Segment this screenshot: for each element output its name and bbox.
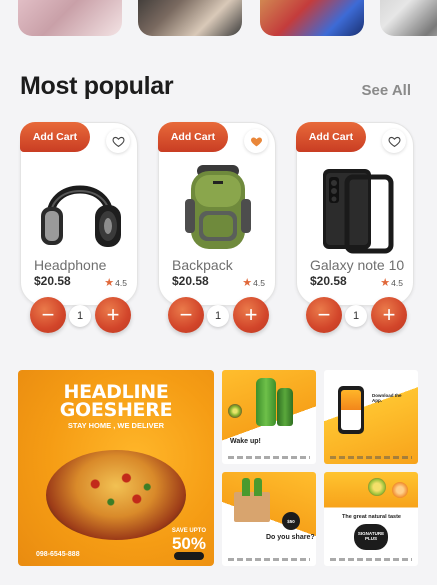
product-name: Galaxy note 10: [310, 257, 405, 273]
add-cart-button[interactable]: Add Cart: [20, 122, 90, 152]
quantity-stepper: − 1 +: [30, 297, 131, 335]
plus-icon: +: [106, 302, 120, 327]
phone-mockup-image: [338, 386, 364, 434]
favorite-button[interactable]: [106, 129, 130, 153]
promo-banner-juice[interactable]: Wake up!: [222, 370, 316, 464]
minus-icon: −: [179, 302, 193, 327]
quantity-value: 1: [345, 305, 367, 327]
increase-button[interactable]: +: [233, 297, 269, 333]
pizza-image: [46, 450, 186, 540]
promo-banner-natural[interactable]: The great natural taste SIGNATURE PLUS: [324, 472, 418, 566]
product-price: $20.58: [310, 274, 347, 288]
price-tag: $50: [282, 512, 300, 530]
decrease-button[interactable]: −: [30, 297, 66, 333]
plus-icon: +: [382, 302, 396, 327]
favorite-button[interactable]: [244, 129, 268, 153]
quantity-value: 1: [207, 305, 229, 327]
rating-value: 4.5: [253, 277, 265, 288]
add-cart-button[interactable]: Add Cart: [158, 122, 228, 152]
product-name: Backpack: [172, 257, 233, 273]
smartphone-image: [323, 169, 394, 254]
promo-banner-share[interactable]: $50 Do you share?: [222, 472, 316, 566]
promo-caption: Download the App.: [372, 393, 402, 403]
minus-icon: −: [317, 302, 331, 327]
promo-banner-pizza[interactable]: HEADLINE GOESHERE STAY HOME , WE DELIVER…: [18, 370, 214, 566]
promo-phone: 098-6545-888: [36, 551, 80, 558]
product-card[interactable]: Add Cart Galaxy note 10 $20.58 ★ 4.5 − 1…: [296, 122, 414, 333]
quantity-stepper: − 1 +: [306, 297, 407, 335]
bottle-image: [277, 388, 293, 426]
section-title: Most popular: [20, 72, 174, 100]
category-tile-cosmetics[interactable]: [138, 0, 242, 36]
quantity-value: 1: [69, 305, 91, 327]
decrease-button[interactable]: −: [306, 297, 342, 333]
fruit-image: [392, 482, 408, 498]
product-name: Headphone: [34, 257, 107, 273]
promo-save-value: 50%: [171, 534, 206, 553]
increase-button[interactable]: +: [95, 297, 131, 333]
increase-button[interactable]: +: [371, 297, 407, 333]
plus-icon: +: [244, 302, 258, 327]
see-all-link[interactable]: See All: [362, 82, 411, 99]
brand-logo: SIGNATURE PLUS: [354, 524, 388, 550]
headphones-image: [41, 185, 121, 247]
backpack-image: [185, 165, 251, 249]
promo-headline-line2: GOESHERE: [59, 399, 173, 422]
promo-footer: [330, 558, 412, 561]
promo-footer: [330, 456, 412, 459]
promo-caption: Wake up!: [230, 438, 261, 445]
decrease-button[interactable]: −: [168, 297, 204, 333]
star-icon: ★: [380, 277, 391, 289]
promo-banner-app[interactable]: Download the App.: [324, 370, 418, 464]
kiwi-image: [228, 404, 242, 418]
promo-headline: HEADLINE GOESHERE: [18, 382, 214, 422]
minus-icon: −: [41, 302, 55, 327]
promo-caption: The great natural taste: [342, 514, 401, 520]
fruit-image: [368, 478, 386, 496]
promo-order-button[interactable]: [174, 552, 204, 560]
category-tile-fashion[interactable]: [18, 0, 122, 36]
bottle-image: [256, 378, 276, 426]
product-rating: ★ 4.5: [242, 276, 265, 289]
promo-footer: [228, 456, 310, 459]
product-rating: ★ 4.5: [104, 276, 127, 289]
heart-filled-icon: [250, 136, 262, 146]
product-card[interactable]: Add Cart Backpack $20.58 ★ 4.5 − 1 +: [158, 122, 276, 333]
promo-subline: STAY HOME , WE DELIVER: [67, 421, 165, 430]
favorite-button[interactable]: [382, 129, 406, 153]
category-strip: [0, 0, 437, 38]
product-price: $20.58: [34, 274, 71, 288]
product-price: $20.58: [172, 274, 209, 288]
category-tile-appliances[interactable]: [380, 0, 437, 36]
heart-outline-icon: [387, 136, 401, 147]
star-icon: ★: [242, 277, 253, 289]
product-card[interactable]: Add Cart Headphone $20.58 ★ 4.5 − 1 +: [20, 122, 138, 333]
product-rating: ★ 4.5: [380, 276, 403, 289]
rating-value: 4.5: [391, 277, 403, 288]
add-cart-button[interactable]: Add Cart: [296, 122, 366, 152]
quantity-stepper: − 1 +: [168, 297, 269, 335]
promo-footer: [228, 558, 310, 561]
rating-value: 4.5: [115, 277, 127, 288]
category-tile-toys[interactable]: [260, 0, 364, 36]
star-icon: ★: [104, 277, 115, 289]
heart-outline-icon: [111, 136, 125, 147]
drink-box-image: [234, 478, 270, 522]
promo-caption: Do you share?: [266, 534, 315, 541]
